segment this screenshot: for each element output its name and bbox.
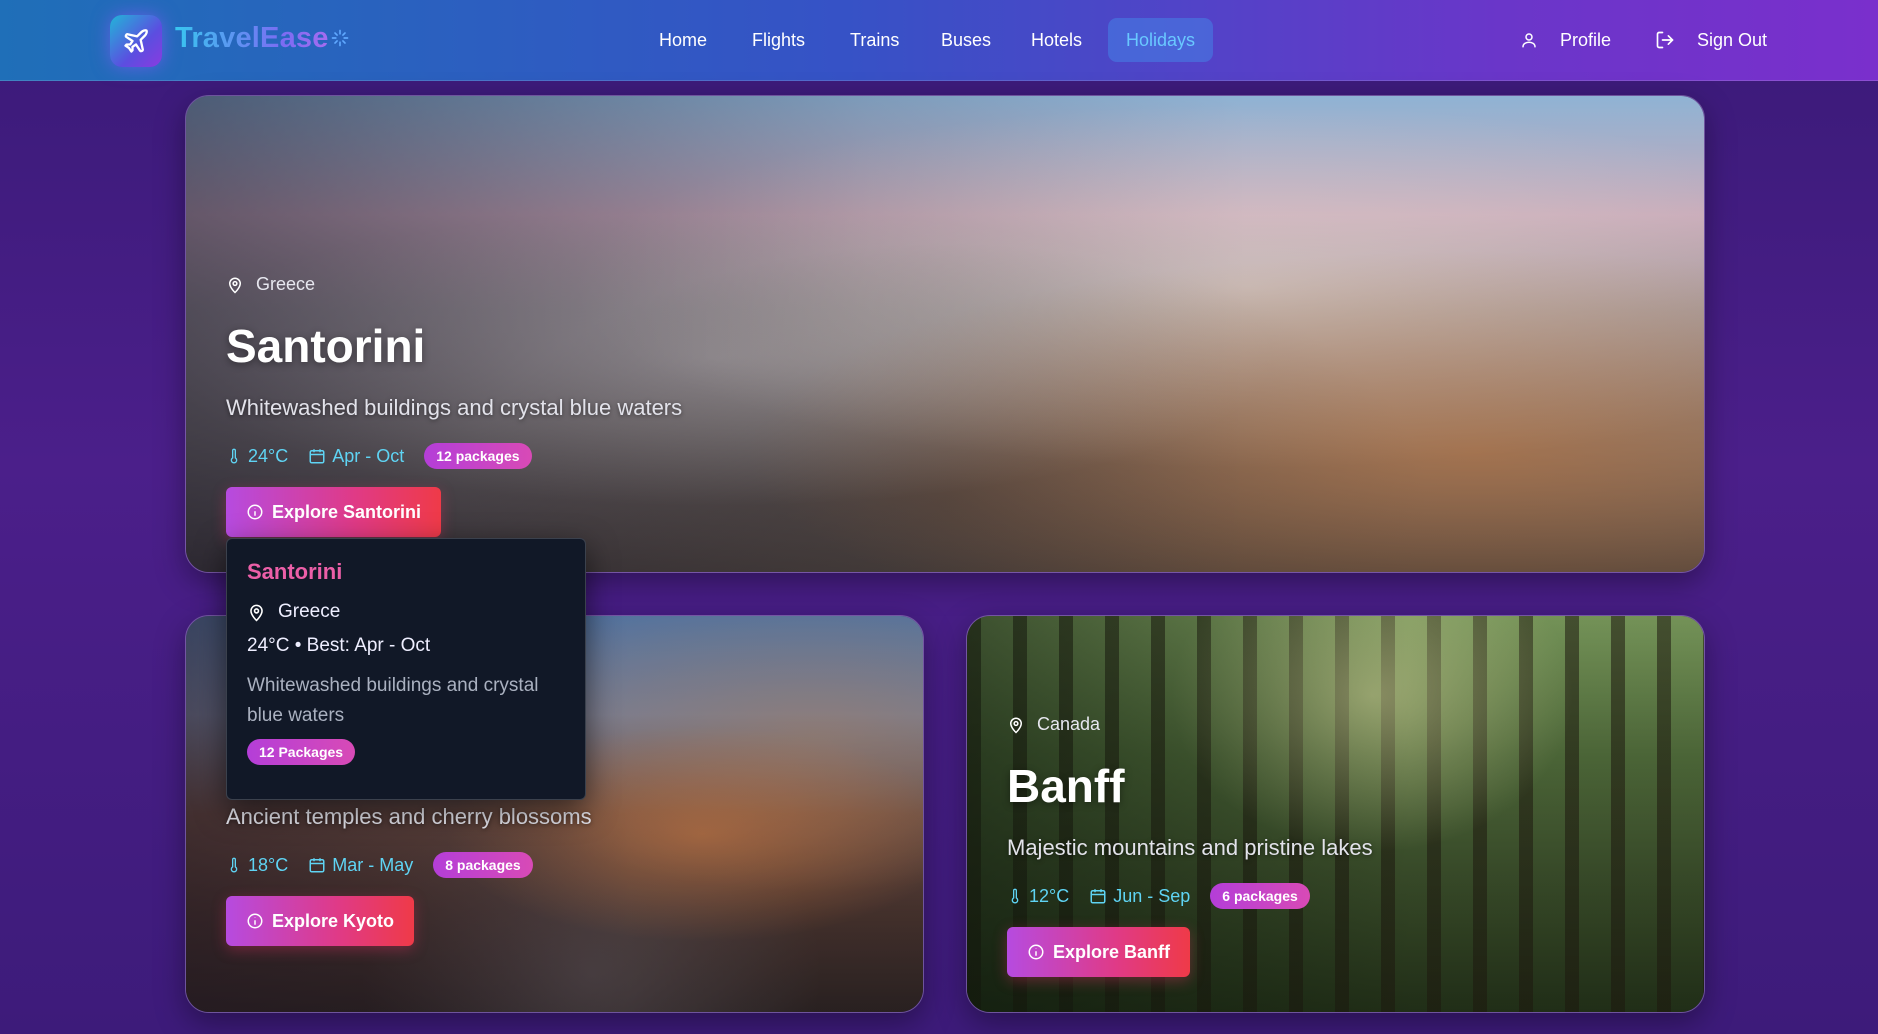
tooltip-description: Whitewashed buildings and crystal blue w…	[247, 675, 539, 726]
nav-flights[interactable]: Flights	[734, 18, 823, 62]
calendar-icon	[309, 858, 325, 873]
destination-card-santorini[interactable]: Greece Santorini Whitewashed buildings a…	[185, 95, 1705, 573]
info-icon	[247, 913, 263, 929]
explore-santorini-button[interactable]: Explore Santorini	[226, 487, 442, 537]
destination-tooltip: Santorini Greece 24°C • Best: Apr - Oct …	[226, 538, 586, 800]
card-title: Banff	[1007, 760, 1125, 812]
calendar-icon	[1090, 889, 1106, 904]
nav-holidays[interactable]: Holidays	[1108, 18, 1214, 62]
tooltip-meta: 24°C • Best: Apr - Oct	[247, 635, 431, 656]
nav-trains[interactable]: Trains	[832, 18, 917, 62]
signout-label: Sign Out	[1697, 29, 1768, 50]
destination-card-banff[interactable]: Canada Banff Majestic mountains and pris…	[966, 615, 1705, 1013]
profile-label: Profile	[1560, 29, 1612, 50]
card-description: Whitewashed buildings and crystal blue w…	[226, 395, 683, 420]
top-navbar: TravelEase Home Flights Trains Buses Hot…	[0, 0, 1878, 81]
package-count-badge: 12 packages	[424, 443, 532, 469]
logo-icon[interactable]	[110, 15, 162, 67]
tooltip-title: Santorini	[247, 559, 343, 584]
signout-link[interactable]: Sign Out	[1655, 18, 1767, 62]
explore-kyoto-label: Explore Kyoto	[272, 910, 395, 931]
card-season: Mar - May	[332, 854, 414, 875]
tooltip-country: Greece	[278, 601, 341, 622]
explore-banff-label: Explore Banff	[1053, 941, 1171, 962]
map-pin-icon	[250, 604, 263, 621]
card-season: Jun - Sep	[1113, 885, 1191, 906]
card-title: Santorini	[226, 320, 426, 372]
logout-icon	[1656, 31, 1674, 49]
calendar-icon	[309, 449, 325, 464]
thermometer-icon	[230, 857, 238, 873]
info-icon	[1028, 944, 1044, 960]
package-count-badge: 8 packages	[433, 852, 533, 878]
card-description: Majestic mountains and pristine lakes	[1007, 835, 1373, 860]
info-icon	[247, 504, 263, 520]
thermometer-icon	[1011, 888, 1019, 904]
explore-banff-button[interactable]: Explore Banff	[1007, 927, 1191, 977]
package-count-badge: 6 packages	[1210, 883, 1310, 909]
sparkle-icon	[331, 29, 349, 47]
card-country: Greece	[256, 274, 316, 294]
nav-hotels[interactable]: Hotels	[1013, 18, 1100, 62]
card-season: Apr - Oct	[332, 445, 405, 466]
nav-home[interactable]: Home	[641, 18, 725, 62]
thermometer-icon	[230, 448, 238, 464]
user-icon	[1522, 33, 1536, 48]
card-country: Canada	[1037, 714, 1101, 734]
card-temp: 18°C	[248, 854, 289, 875]
nav-buses[interactable]: Buses	[923, 18, 1009, 62]
profile-link[interactable]: Profile	[1520, 18, 1611, 62]
tooltip-package-badge: 12 Packages	[247, 739, 356, 765]
card-temp: 12°C	[1029, 885, 1070, 906]
explore-kyoto-button[interactable]: Explore Kyoto	[226, 896, 415, 946]
brand-name[interactable]: TravelEase	[175, 22, 329, 55]
card-description: Ancient temples and cherry blossoms	[226, 804, 592, 829]
map-pin-icon	[228, 277, 242, 294]
map-pin-icon	[1009, 717, 1023, 734]
card-temp: 24°C	[248, 445, 289, 466]
explore-santorini-label: Explore Santorini	[272, 501, 422, 522]
